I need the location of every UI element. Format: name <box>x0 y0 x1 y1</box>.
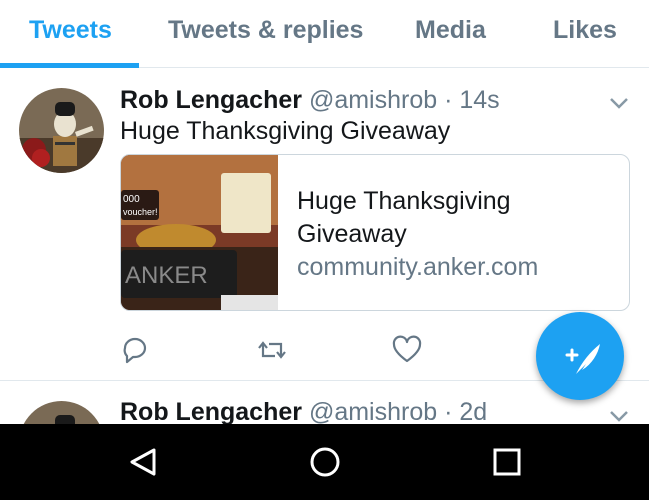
recents-icon[interactable] <box>489 444 525 480</box>
chevron-down-icon[interactable] <box>609 409 629 423</box>
tab-media[interactable]: Media <box>415 16 486 45</box>
tweet-time: 14s <box>459 86 500 114</box>
tab-tweets[interactable]: Tweets <box>29 16 112 45</box>
tab-likes[interactable]: Likes <box>553 16 617 45</box>
home-icon[interactable] <box>307 444 343 480</box>
tweet-header: Rob Lengacher @amishrob · 2d <box>120 398 487 424</box>
tweet-header: Rob Lengacher @amishrob · 14s <box>120 86 500 115</box>
back-icon[interactable] <box>126 444 162 480</box>
card-domain: community.anker.com <box>297 253 539 281</box>
retweet-icon[interactable] <box>257 335 287 365</box>
link-card[interactable]: ANKER 000 voucher! Huge Thanksgiving Giv… <box>120 154 630 311</box>
avatar[interactable] <box>19 401 104 424</box>
heart-icon[interactable] <box>392 335 422 365</box>
avatar[interactable] <box>19 88 104 173</box>
tweet-text: Huge Thanksgiving Giveaway <box>120 117 451 145</box>
card-title: Huge Thanksgiving Giveaway <box>297 187 511 248</box>
compose-tweet-button[interactable] <box>536 312 624 400</box>
tweet-time: 2d <box>459 398 488 424</box>
card-image-amount: 000 <box>123 194 140 205</box>
separator-dot: · <box>444 398 453 424</box>
card-image-voucher: voucher! <box>123 207 158 217</box>
author-handle[interactable]: @amishrob <box>309 86 437 114</box>
author-name[interactable]: Rob Lengacher <box>120 398 302 424</box>
card-image: ANKER 000 voucher! <box>121 155 278 310</box>
compose-icon <box>565 344 600 374</box>
profile-tabs: Tweets Tweets & replies Media Likes <box>0 0 649 68</box>
card-image-brand: ANKER <box>125 262 208 289</box>
chevron-down-icon[interactable] <box>609 96 629 110</box>
tab-tweets-and-replies[interactable]: Tweets & replies <box>168 16 363 45</box>
separator-dot: · <box>444 86 453 114</box>
author-handle[interactable]: @amishrob <box>309 398 437 424</box>
reply-icon[interactable] <box>121 335 151 365</box>
system-navigation-bar <box>0 424 649 500</box>
author-name[interactable]: Rob Lengacher <box>120 86 302 114</box>
